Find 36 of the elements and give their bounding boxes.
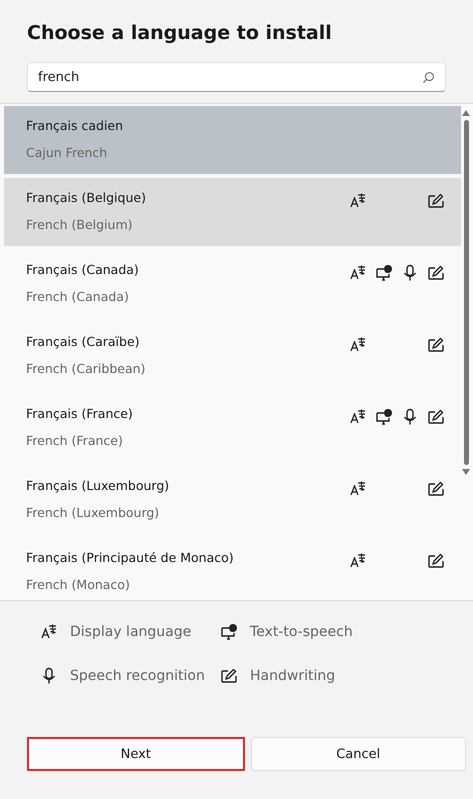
language-name: Français (Principauté de Monaco) (26, 550, 235, 565)
language-name: Français (Canada) (26, 262, 140, 277)
language-english-name: French (Belgium) (26, 217, 134, 232)
language-english-name: French (Luxembourg) (26, 505, 160, 520)
language-english-name: Cajun French (26, 145, 108, 160)
language-name: Français cadien (26, 118, 124, 133)
search-icon[interactable] (422, 71, 435, 84)
language-english-name: French (Caribbean) (26, 361, 146, 376)
scrollbar-thumb[interactable] (464, 120, 468, 465)
next-button[interactable]: Next (27, 737, 244, 771)
language-english-name: French (Monaco) (26, 577, 131, 592)
language-item[interactable]: Français cadien Cajun French (4, 106, 461, 174)
language-item[interactable]: Français (Belgique) French (Belgium) (4, 178, 461, 246)
legend-label: Text-to-speech (250, 624, 353, 640)
pen-tablet-icon (220, 667, 238, 685)
scroll-down-arrow[interactable] (462, 469, 470, 475)
language-english-name: French (Canada) (26, 289, 130, 304)
language-item[interactable]: Français (France) French (France) (4, 394, 461, 462)
monitor-speech-icon (220, 623, 238, 641)
language-name: Français (Luxembourg) (26, 478, 170, 493)
legend-label: Handwriting (250, 668, 336, 684)
language-name: Français (Caraïbe) (26, 334, 141, 349)
legend-label: Speech recognition (70, 668, 205, 684)
cancel-button[interactable]: Cancel (250, 737, 466, 771)
dialog-title: Choose a language to install (27, 22, 333, 44)
language-english-name: French (France) (26, 433, 124, 448)
display-language-icon (40, 623, 58, 641)
search-field[interactable]: french (27, 62, 446, 92)
language-item[interactable]: Français (Canada) French (Canada) (4, 250, 461, 318)
language-item[interactable]: Français (Caraïbe) French (Caribbean) (4, 322, 461, 390)
microphone-icon (40, 667, 58, 685)
legend-label: Display language (70, 624, 192, 640)
language-name: Français (Belgique) (26, 190, 147, 205)
language-item[interactable]: Français (Luxembourg) French (Luxembourg) (4, 466, 461, 534)
language-item[interactable]: Français (Principauté de Monaco) French (Monaco) (4, 538, 461, 606)
language-name: Français (France) (26, 406, 134, 421)
